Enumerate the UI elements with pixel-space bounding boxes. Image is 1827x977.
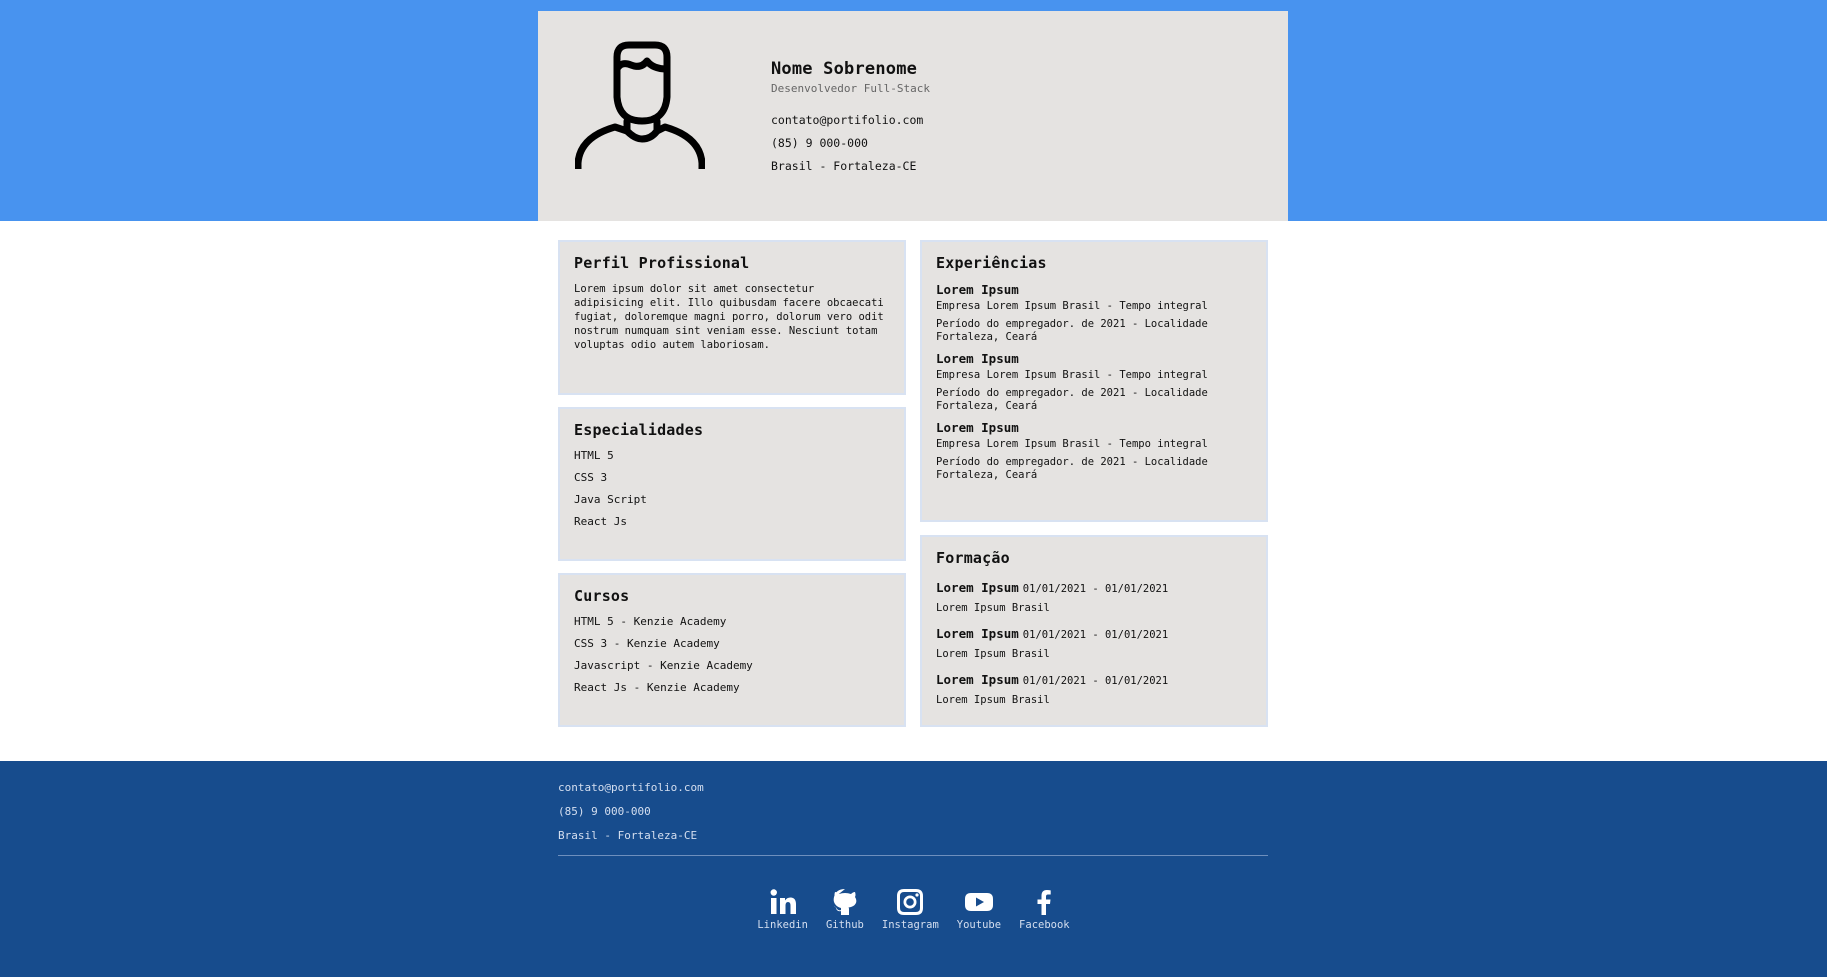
list-item: Java Script: [574, 493, 647, 506]
experience-company: Empresa Lorem Ipsum Brasil - Tempo integ…: [936, 438, 1208, 450]
education-dates: 01/01/2021 - 01/01/2021: [1022, 675, 1169, 687]
facebook-icon: [1037, 890, 1052, 915]
list-item: Javascript - Kenzie Academy: [574, 659, 753, 672]
social-label: Youtube: [956, 919, 1002, 931]
experience-item: Lorem Ipsum Empresa Lorem Ipsum Brasil -…: [936, 282, 1252, 344]
youtube-icon: [964, 893, 993, 911]
social-label: Instagram: [881, 919, 939, 931]
list-item: CSS 3 - Kenzie Academy: [574, 637, 720, 650]
header-email[interactable]: contato@portifolio.com: [771, 113, 930, 127]
social-label: Facebook: [1019, 919, 1070, 931]
footer: contato@portifolio.com (85) 9 000-000 Br…: [0, 761, 1827, 977]
github-link[interactable]: Github: [826, 887, 864, 931]
instagram-link[interactable]: Instagram: [882, 887, 939, 931]
experiences-card: Experiências Lorem Ipsum Empresa Lorem I…: [920, 240, 1268, 522]
header-location: Brasil - Fortaleza-CE: [771, 159, 917, 173]
list-item: React Js - Kenzie Academy: [574, 681, 740, 694]
footer-divider: [558, 855, 1268, 856]
experience-period: Período do empregador. de 2021 - Localid…: [936, 456, 1208, 481]
social-label: Github: [825, 919, 864, 931]
linkedin-icon: [770, 889, 796, 914]
list-item: HTML 5 - Kenzie Academy: [574, 615, 727, 628]
profile-header: Nome Sobrenome Desenvolvedor Full-Stack …: [538, 11, 1288, 221]
education-item: Lorem Ipsum 01/01/2021 - 01/01/2021 Lorem…: [936, 577, 1252, 614]
education-dates: 01/01/2021 - 01/01/2021: [1022, 583, 1169, 595]
education-school: Lorem Ipsum Brasil: [936, 694, 1050, 706]
specialties-card: Especialidades HTML 5 CSS 3 Java Script …: [558, 407, 906, 561]
footer-email[interactable]: contato@portifolio.com: [558, 781, 704, 805]
courses-title: Cursos: [574, 587, 630, 605]
footer-phone: (85) 9 000-000: [558, 805, 651, 818]
experience-title: Lorem Ipsum: [936, 351, 1019, 366]
list-item: CSS 3: [574, 471, 608, 484]
education-school: Lorem Ipsum Brasil: [936, 648, 1050, 660]
education-school: Lorem Ipsum Brasil: [936, 602, 1050, 614]
profile-name: Nome Sobrenome: [771, 59, 918, 79]
education-degree: Lorem Ipsum: [936, 580, 1019, 595]
education-item: Lorem Ipsum 01/01/2021 - 01/01/2021 Lorem…: [936, 669, 1252, 706]
education-degree: Lorem Ipsum: [936, 672, 1019, 687]
education-item: Lorem Ipsum 01/01/2021 - 01/01/2021 Lorem…: [936, 623, 1252, 660]
experience-title: Lorem Ipsum: [936, 420, 1019, 435]
profile-card-title: Perfil Profissional: [574, 254, 750, 272]
list-item: HTML 5: [574, 449, 614, 462]
experience-period: Período do empregador. de 2021 - Localid…: [936, 318, 1208, 343]
social-label: Linkedin: [757, 919, 808, 931]
education-title: Formação: [936, 549, 1010, 567]
user-avatar-icon: [575, 41, 705, 169]
experience-company: Empresa Lorem Ipsum Brasil - Tempo integ…: [936, 369, 1208, 381]
specialties-title: Especialidades: [574, 421, 704, 439]
courses-card: Cursos HTML 5 - Kenzie Academy CSS 3 - K…: [558, 573, 906, 727]
linkedin-link[interactable]: Linkedin: [757, 887, 808, 931]
experience-company: Empresa Lorem Ipsum Brasil - Tempo integ…: [936, 300, 1208, 312]
experience-period: Período do empregador. de 2021 - Localid…: [936, 387, 1208, 412]
experience-title: Lorem Ipsum: [936, 282, 1019, 297]
github-icon: [833, 889, 857, 915]
experience-item: Lorem Ipsum Empresa Lorem Ipsum Brasil -…: [936, 420, 1252, 482]
footer-location: Brasil - Fortaleza-CE: [558, 829, 698, 842]
profile-role: Desenvolvedor Full-Stack: [771, 82, 930, 95]
experience-item: Lorem Ipsum Empresa Lorem Ipsum Brasil -…: [936, 351, 1252, 413]
social-links: Linkedin Github Instagram Youtube Facebo…: [0, 887, 1827, 931]
youtube-link[interactable]: Youtube: [957, 887, 1001, 931]
education-card: Formação Lorem Ipsum 01/01/2021 - 01/01/2…: [920, 535, 1268, 727]
education-dates: 01/01/2021 - 01/01/2021: [1022, 629, 1169, 641]
instagram-icon: [897, 889, 924, 915]
education-degree: Lorem Ipsum: [936, 626, 1019, 641]
header-phone: (85) 9 000-000: [771, 136, 868, 150]
profile-card: Perfil Profissional Lorem ipsum dolor si…: [558, 240, 906, 395]
list-item: React Js: [574, 515, 627, 528]
experiences-title: Experiências: [936, 254, 1047, 272]
footer-contact: contato@portifolio.com (85) 9 000-000 Br…: [558, 781, 704, 853]
profile-card-text: Lorem ipsum dolor sit amet consectetur a…: [574, 283, 884, 351]
facebook-link[interactable]: Facebook: [1019, 887, 1070, 931]
